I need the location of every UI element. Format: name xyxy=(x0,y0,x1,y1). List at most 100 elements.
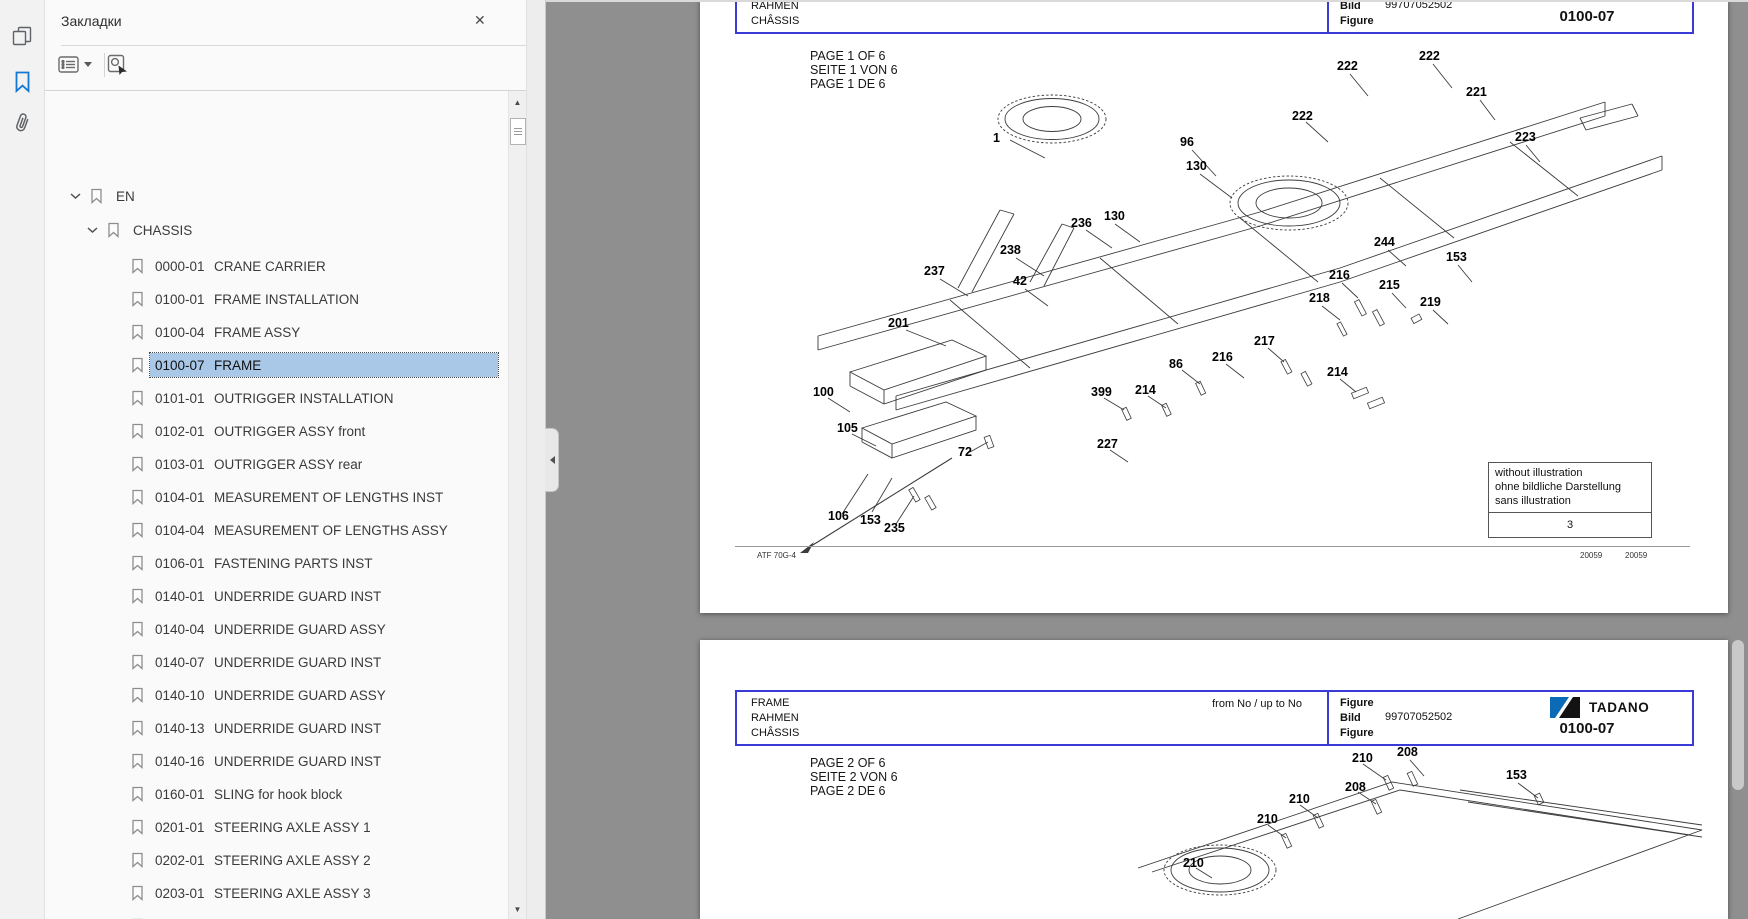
bookmark-code: 0201-01 xyxy=(155,820,214,835)
bookmark-icon xyxy=(107,222,120,238)
part-number-label: 221 xyxy=(1466,86,1487,98)
bookmark-icon xyxy=(131,720,144,736)
nav-icon-strip xyxy=(0,0,45,919)
pdf-page-2[interactable]: FRAME RAHMEN CHÂSSIS from No / up to No … xyxy=(700,640,1728,919)
bookmarks-panel-title: Закладки xyxy=(61,13,122,29)
collapse-chevron-icon[interactable] xyxy=(87,226,98,234)
part-number-label: 215 xyxy=(1379,279,1400,291)
attachments-icon[interactable] xyxy=(0,103,44,143)
part-number-label: 100 xyxy=(813,386,834,398)
pdf-page-1[interactable]: FRAME RAHMEN CHÂSSIS from No / up to No … xyxy=(700,0,1728,613)
bookmark-item[interactable]: 0000-01CRANE CARRIER xyxy=(131,254,326,278)
frame-diagram-page2 xyxy=(700,640,1728,919)
bookmark-icon xyxy=(131,423,144,439)
bookmark-title: MEASUREMENT OF LENGTHS ASSY xyxy=(214,523,448,538)
bookmark-item[interactable]: 0100-07FRAME xyxy=(131,353,261,377)
bookmark-group-chassis[interactable]: CHASSIS xyxy=(87,218,192,242)
bookmark-code: 0160-01 xyxy=(155,787,214,802)
part-number-label: 218 xyxy=(1309,292,1330,304)
title-divider xyxy=(61,45,526,46)
bookmark-icon xyxy=(131,555,144,571)
bookmark-item[interactable]: 0100-04FRAME ASSY xyxy=(131,320,300,344)
panel-scrollbar[interactable]: ▲ ▼ xyxy=(508,91,526,919)
bookmark-code: 0140-04 xyxy=(155,622,214,637)
bookmark-icon xyxy=(131,852,144,868)
document-scrollbar-thumb[interactable] xyxy=(1732,640,1744,790)
part-number-label: 130 xyxy=(1104,210,1125,222)
bookmark-icon xyxy=(131,588,144,604)
page-thumbnails-icon[interactable] xyxy=(0,16,44,56)
locate-current-bookmark-button[interactable] xyxy=(106,53,130,77)
bookmark-item[interactable]: 0101-01OUTRIGGER INSTALLATION xyxy=(131,386,394,410)
bookmark-item[interactable]: 0102-01OUTRIGGER ASSY front xyxy=(131,419,365,443)
bookmark-icon xyxy=(131,456,144,472)
bookmark-title: UNDERRIDE GUARD ASSY xyxy=(214,688,386,703)
part-number-label: 42 xyxy=(1013,275,1027,287)
bookmark-item[interactable]: 0106-01FASTENING PARTS INST xyxy=(131,551,373,575)
bookmark-item[interactable]: 0203-01STEERING AXLE ASSY 3 xyxy=(131,881,371,905)
bookmark-title: STEERING AXLE ASSY 3 xyxy=(214,886,371,901)
part-number-label: 236 xyxy=(1071,217,1092,229)
bookmark-item[interactable]: 0140-04UNDERRIDE GUARD ASSY xyxy=(131,617,386,641)
bookmark-code: 0104-04 xyxy=(155,523,214,538)
bookmark-code: 0140-01 xyxy=(155,589,214,604)
part-number-label: 153 xyxy=(1446,251,1467,263)
bookmark-title: FRAME ASSY xyxy=(214,325,300,340)
bookmark-item[interactable]: 0203-04STEERING AXLE 3 xyxy=(131,914,332,919)
part-number-label: 216 xyxy=(1329,269,1350,281)
part-number-label: 216 xyxy=(1212,351,1233,363)
part-number-label: 153 xyxy=(860,514,881,526)
bookmark-title: OUTRIGGER ASSY front xyxy=(214,424,365,439)
content-top-edge xyxy=(544,0,1748,2)
bookmark-item[interactable]: 0201-01STEERING AXLE ASSY 1 xyxy=(131,815,371,839)
scroll-down-icon[interactable]: ▼ xyxy=(509,905,526,914)
part-number-label: 105 xyxy=(837,422,858,434)
bookmark-item[interactable]: 0104-01MEASUREMENT OF LENGTHS INST xyxy=(131,485,443,509)
bookmark-options-button[interactable] xyxy=(57,53,92,76)
bookmark-item[interactable]: 0103-01OUTRIGGER ASSY rear xyxy=(131,452,362,476)
bookmark-item[interactable]: 0100-01FRAME INSTALLATION xyxy=(131,287,359,311)
bookmark-icon xyxy=(131,357,144,373)
bookmark-icon xyxy=(131,621,144,637)
part-number-label: 208 xyxy=(1345,781,1366,793)
bookmark-title: SLING for hook block xyxy=(214,787,342,802)
scroll-up-icon[interactable]: ▲ xyxy=(509,98,526,107)
part-number-label: 399 xyxy=(1091,386,1112,398)
close-panel-icon[interactable]: ✕ xyxy=(474,12,486,29)
bookmark-title: STEERING AXLE ASSY 1 xyxy=(214,820,371,835)
bookmark-item[interactable]: 0140-10UNDERRIDE GUARD ASSY xyxy=(131,683,386,707)
bookmark-item[interactable]: 0202-01STEERING AXLE ASSY 2 xyxy=(131,848,371,872)
bookmark-label[interactable]: EN xyxy=(116,189,135,204)
part-number-label: 217 xyxy=(1254,335,1275,347)
part-number-label: 214 xyxy=(1327,366,1348,378)
bookmarks-panel-icon[interactable] xyxy=(0,62,44,102)
bookmark-icon xyxy=(131,786,144,802)
bookmark-code: 0106-01 xyxy=(155,556,214,571)
bookmark-icon xyxy=(90,188,103,204)
bookmark-icon xyxy=(131,654,144,670)
bookmark-item[interactable]: 0140-16UNDERRIDE GUARD INST xyxy=(131,749,381,773)
bookmark-root-en[interactable]: EN xyxy=(70,184,135,208)
bookmark-item[interactable]: 0140-01UNDERRIDE GUARD INST xyxy=(131,584,381,608)
bookmark-item[interactable]: 0140-13UNDERRIDE GUARD INST xyxy=(131,716,381,740)
bookmark-code: 0100-07 xyxy=(155,358,214,373)
bookmark-code: 0140-07 xyxy=(155,655,214,670)
panel-scrollbar-thumb[interactable] xyxy=(510,118,526,145)
bookmark-title: FASTENING PARTS INST xyxy=(214,556,373,571)
bookmark-label[interactable]: CHASSIS xyxy=(133,223,192,238)
collapse-chevron-icon[interactable] xyxy=(70,192,81,200)
bookmark-item[interactable]: 0104-04MEASUREMENT OF LENGTHS ASSY xyxy=(131,518,448,542)
bookmark-title: OUTRIGGER INSTALLATION xyxy=(214,391,394,406)
bookmark-title: UNDERRIDE GUARD INST xyxy=(214,655,381,670)
bookmark-title: MEASUREMENT OF LENGTHS INST xyxy=(214,490,443,505)
bookmark-code: 0140-16 xyxy=(155,754,214,769)
part-number-label: 222 xyxy=(1292,110,1313,122)
bookmark-item[interactable]: 0160-01SLING for hook block xyxy=(131,782,342,806)
collapse-panel-handle[interactable] xyxy=(545,428,559,492)
part-number-label: 214 xyxy=(1135,384,1156,396)
bookmark-title: OUTRIGGER ASSY rear xyxy=(214,457,362,472)
bookmark-icon xyxy=(131,687,144,703)
bookmark-item[interactable]: 0140-07UNDERRIDE GUARD INST xyxy=(131,650,381,674)
bookmark-icon xyxy=(131,819,144,835)
panel-splitter[interactable] xyxy=(526,0,546,919)
